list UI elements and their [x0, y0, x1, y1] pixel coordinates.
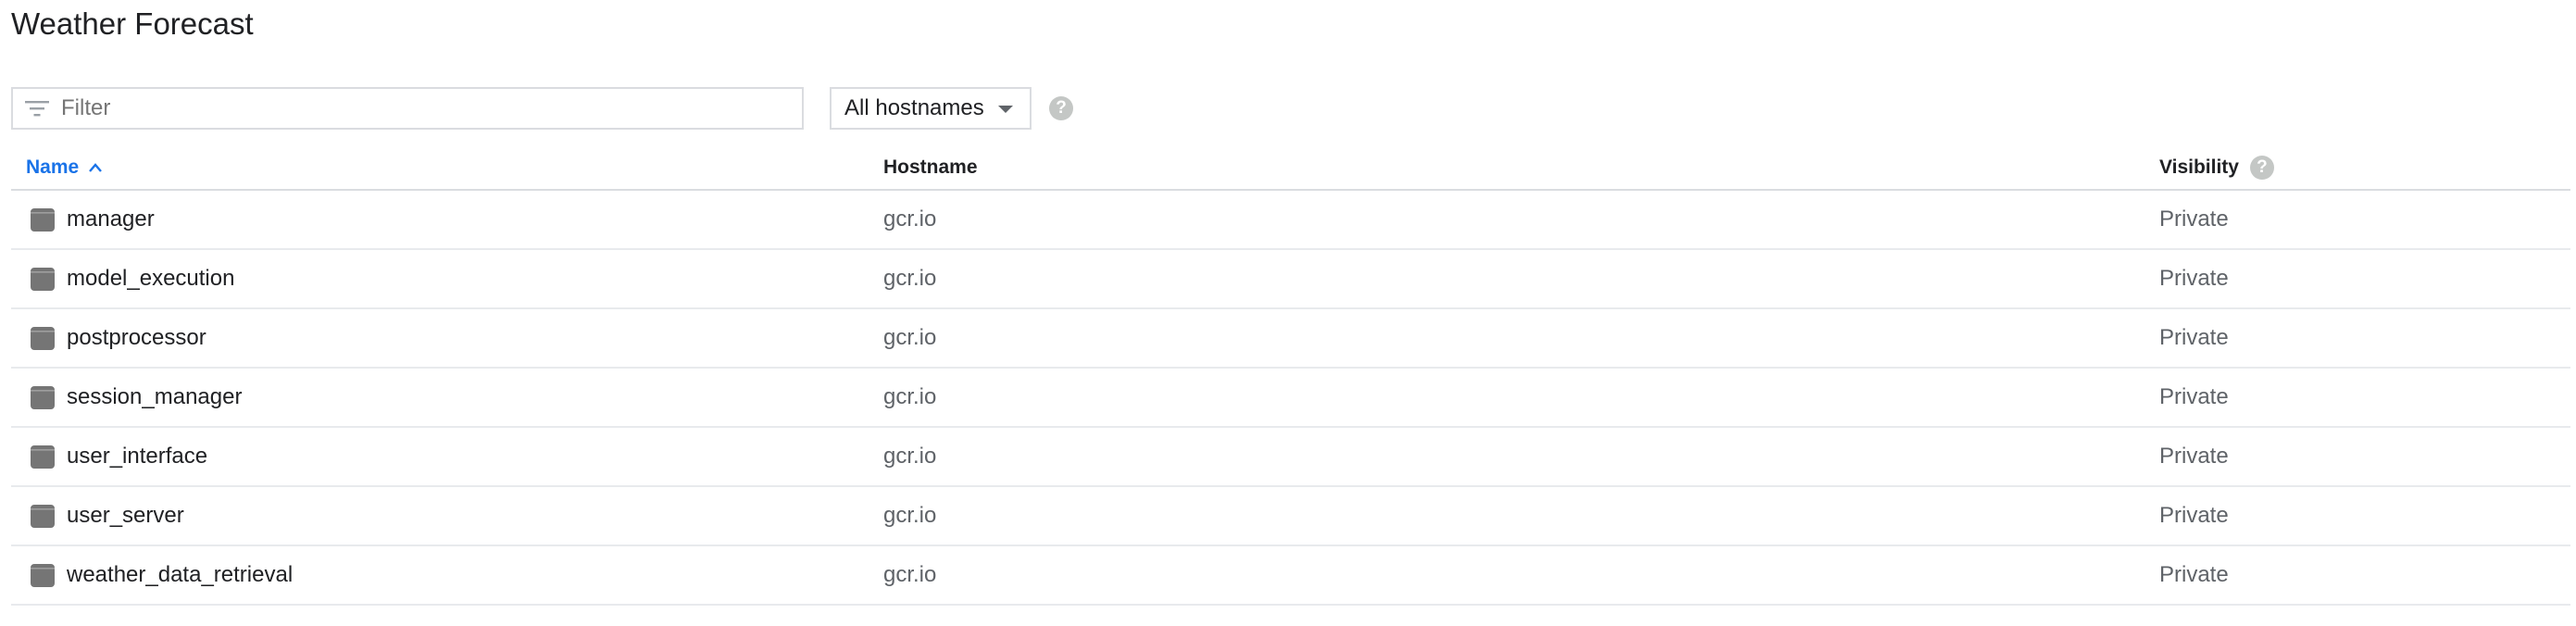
- repository-hostname-cell: gcr.io: [883, 266, 937, 291]
- table-row[interactable]: user_server gcr.io Private: [11, 487, 2570, 546]
- column-header-name[interactable]: Name: [26, 146, 103, 189]
- repository-name-link[interactable]: manager: [67, 191, 155, 248]
- table-row[interactable]: user_interface gcr.io Private: [11, 428, 2570, 487]
- repository-hostname-cell: gcr.io: [883, 444, 937, 469]
- repositories-table: Name Hostname Visibility ? manager gcr.i…: [11, 146, 2570, 606]
- repository-icon: [30, 563, 56, 588]
- filter-input[interactable]: [61, 95, 783, 121]
- repository-hostname-cell: gcr.io: [883, 384, 937, 409]
- repository-name-cell: user_server: [30, 487, 184, 545]
- repository-visibility-cell: Private: [2159, 384, 2229, 409]
- table-row[interactable]: session_manager gcr.io Private: [11, 369, 2570, 428]
- repository-icon: [30, 326, 56, 351]
- column-header-name-label: Name: [26, 156, 80, 178]
- hostname-select[interactable]: All hostnames: [830, 87, 1032, 130]
- table-row[interactable]: model_execution gcr.io Private: [11, 250, 2570, 309]
- repository-name-cell: session_manager: [30, 369, 242, 426]
- table-body: manager gcr.io Private model_execution g…: [11, 191, 2570, 606]
- table-header-row: Name Hostname Visibility ?: [11, 146, 2570, 191]
- repository-visibility-cell: Private: [2159, 503, 2229, 528]
- table-row[interactable]: postprocessor gcr.io Private: [11, 309, 2570, 369]
- repository-name-cell: postprocessor: [30, 309, 206, 367]
- column-header-visibility-label: Visibility: [2159, 156, 2239, 178]
- repository-name-cell: user_interface: [30, 428, 207, 485]
- repository-hostname-cell: gcr.io: [883, 503, 937, 528]
- page-title: Weather Forecast: [11, 6, 254, 41]
- repository-icon: [30, 207, 56, 232]
- table-row[interactable]: manager gcr.io Private: [11, 191, 2570, 250]
- repository-name-cell: manager: [30, 191, 155, 248]
- repository-visibility-cell: Private: [2159, 444, 2229, 469]
- column-header-visibility: Visibility ?: [2159, 146, 2274, 189]
- repository-name-link[interactable]: user_server: [67, 487, 184, 545]
- column-header-hostname[interactable]: Hostname: [883, 146, 978, 189]
- caret-down-icon: [998, 106, 1013, 113]
- filter-icon: [24, 98, 50, 119]
- repository-hostname-cell: gcr.io: [883, 207, 937, 232]
- repository-visibility-cell: Private: [2159, 325, 2229, 350]
- repository-name-link[interactable]: user_interface: [67, 428, 207, 485]
- filter-box[interactable]: [11, 87, 804, 130]
- hostname-help-icon[interactable]: ?: [1049, 96, 1073, 120]
- repository-icon: [30, 504, 56, 529]
- table-row[interactable]: weather_data_retrieval gcr.io Private: [11, 546, 2570, 606]
- repository-visibility-cell: Private: [2159, 266, 2229, 291]
- repository-name-cell: model_execution: [30, 250, 234, 307]
- repository-visibility-cell: Private: [2159, 207, 2229, 232]
- repository-icon: [30, 385, 56, 410]
- repository-name-link[interactable]: postprocessor: [67, 309, 206, 367]
- repository-icon: [30, 267, 56, 292]
- repository-name-link[interactable]: weather_data_retrieval: [67, 546, 293, 604]
- repository-hostname-cell: gcr.io: [883, 325, 937, 350]
- repository-name-link[interactable]: session_manager: [67, 369, 242, 426]
- visibility-help-icon[interactable]: ?: [2249, 156, 2274, 180]
- repository-hostname-cell: gcr.io: [883, 562, 937, 587]
- repository-name-link[interactable]: model_execution: [67, 250, 234, 307]
- repository-name-cell: weather_data_retrieval: [30, 546, 293, 604]
- repository-visibility-cell: Private: [2159, 562, 2229, 587]
- hostname-select-value: All hostnames: [844, 95, 984, 120]
- repository-icon: [30, 444, 56, 470]
- sort-ascending-icon: [88, 160, 103, 175]
